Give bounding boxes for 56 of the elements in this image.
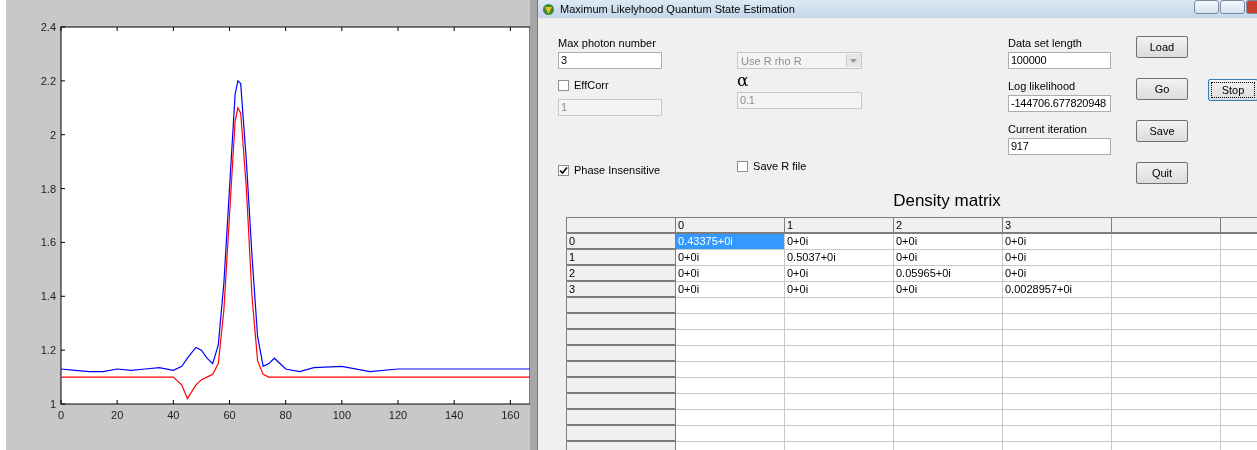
matrix-title: Density matrix <box>892 191 1002 211</box>
checkbox[interactable] <box>558 80 569 91</box>
y-tick <box>60 188 66 190</box>
field-label: Data set length <box>1007 37 1082 50</box>
checkbox-label: EffCorr <box>574 79 609 92</box>
stop-button[interactable]: Stop <box>1208 79 1257 101</box>
number-field[interactable]: 3 <box>558 52 663 69</box>
window-title: Maximum Likelyhood Quantum State Estimation <box>560 3 795 15</box>
checkbox-label: Save R file <box>753 160 807 173</box>
x-tick-label: 20 <box>111 409 124 421</box>
readout-field[interactable]: -144706.677820948 <box>1007 95 1111 112</box>
field-label: Current iteration <box>1007 123 1087 136</box>
column-header: 0 <box>675 217 785 233</box>
x-tick-label: 80 <box>279 409 292 421</box>
x-tick-label: 160 <box>501 409 520 421</box>
close-button[interactable] <box>1246 0 1257 14</box>
y-tick-label: 1.8 <box>40 182 56 195</box>
y-tick <box>60 403 66 405</box>
minimize-button[interactable] <box>1194 0 1219 14</box>
column-header: 1 <box>784 217 894 233</box>
action-button[interactable]: Save <box>1136 120 1188 142</box>
y-tick-label: 1 <box>49 398 56 410</box>
checkbox[interactable] <box>558 165 569 176</box>
action-button[interactable]: Quit <box>1136 162 1188 184</box>
x-tick-label: 40 <box>167 409 180 421</box>
y-tick-label: 2 <box>49 128 56 141</box>
field-label: Max photon number <box>558 37 656 50</box>
checkbox-label: Phase Insensitive <box>574 164 661 177</box>
x-tick-label: 140 <box>445 409 464 421</box>
y-tick-label: 1.4 <box>40 290 56 303</box>
y-tick <box>60 349 66 351</box>
y-tick-label: 1.2 <box>40 344 56 357</box>
y-tick <box>60 80 66 82</box>
y-tick-label: 2.4 <box>40 21 56 33</box>
action-button[interactable]: Go <box>1136 78 1188 100</box>
readout-field[interactable]: 100000 <box>1007 52 1111 69</box>
y-tick-label: 1.6 <box>40 236 56 249</box>
alpha-label: α <box>737 71 749 89</box>
x-tick-label: 60 <box>223 409 236 421</box>
y-tick <box>60 26 66 28</box>
caret-icon <box>850 58 858 63</box>
column-header: 2 <box>893 217 1003 233</box>
y-tick <box>60 134 66 136</box>
readout-field[interactable]: 917 <box>1007 138 1111 155</box>
y-tick <box>60 295 66 297</box>
x-tick-label: 0 <box>57 409 65 421</box>
app-icon <box>542 2 555 16</box>
column-header: 3 <box>1002 217 1112 233</box>
action-button[interactable]: Load <box>1136 36 1188 58</box>
x-tick-label: 100 <box>332 409 351 421</box>
field-label: Log likelihood <box>1007 80 1076 93</box>
maximize-button[interactable] <box>1220 0 1245 14</box>
checkbox[interactable] <box>737 161 749 172</box>
x-tick-label: 120 <box>388 409 408 421</box>
y-tick <box>60 241 66 243</box>
y-tick-label: 2.2 <box>40 74 56 87</box>
